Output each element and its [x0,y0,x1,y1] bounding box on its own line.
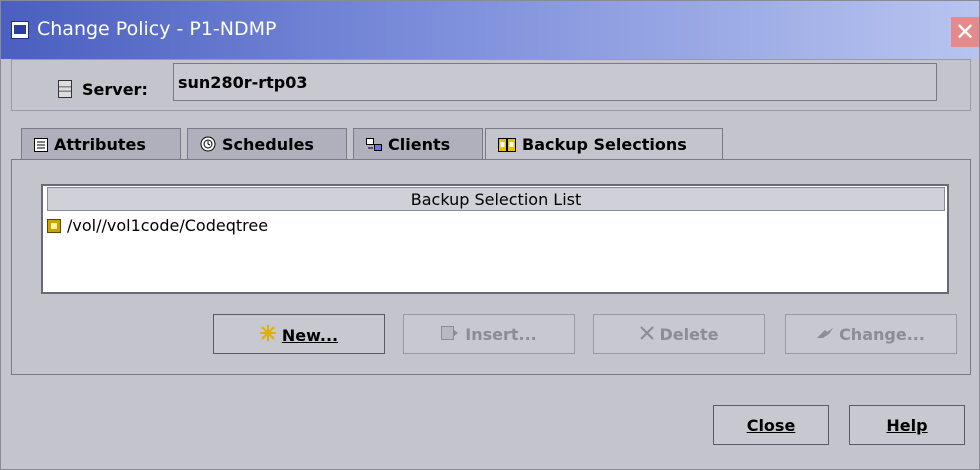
insert-button[interactable]: Insert... [403,314,575,354]
tab-clients[interactable]: Clients [353,128,483,160]
tab-backup-selections[interactable]: Backup Selections [485,128,723,162]
schedules-icon [200,136,216,156]
backup-selections-icon [498,137,516,156]
list-item[interactable]: /vol//vol1code/Codeqtree [47,216,268,238]
title-bar[interactable]: Change Policy - P1-NDMP ✕ [1,1,979,59]
close-button[interactable]: Close [713,405,829,445]
list-column-header[interactable]: Backup Selection List [47,187,945,211]
help-label: Help [886,416,928,435]
server-icon [58,80,72,98]
change-button[interactable]: Change... [785,314,957,354]
list-item-path: /vol//vol1code/Codeqtree [67,216,269,235]
help-button[interactable]: Help [849,405,965,445]
volume-icon [47,219,61,233]
new-label: New... [281,326,339,345]
change-policy-dialog: Change Policy - P1-NDMP ✕ Server: sun280… [0,0,980,470]
tab-schedules[interactable]: Schedules [187,128,347,160]
attributes-icon [34,137,48,156]
window-close-button[interactable]: ✕ [951,17,979,47]
tab-label: Schedules [222,135,314,154]
close-label: Close [746,416,796,435]
delete-button[interactable]: Delete [593,314,765,354]
insert-icon [441,325,459,344]
tab-attributes[interactable]: Attributes [21,128,181,160]
delete-x-icon [639,325,654,344]
backup-selection-list[interactable]: Backup Selection List /vol//vol1code/Cod… [41,184,949,294]
delete-label: Delete [659,325,719,344]
new-star-icon [259,325,276,345]
clients-icon [366,137,382,156]
server-label: Server: [82,80,148,99]
tab-label: Backup Selections [522,135,687,154]
server-field: sun280r-rtp03 [173,63,937,101]
insert-label: Insert... [465,325,537,344]
tab-label: Attributes [54,135,146,154]
window-title: Change Policy - P1-NDMP [37,18,277,40]
change-label: Change... [839,325,925,344]
app-window-icon [11,21,29,39]
tab-label: Clients [388,135,451,154]
new-button[interactable]: New... [213,314,385,354]
change-icon [817,325,834,344]
